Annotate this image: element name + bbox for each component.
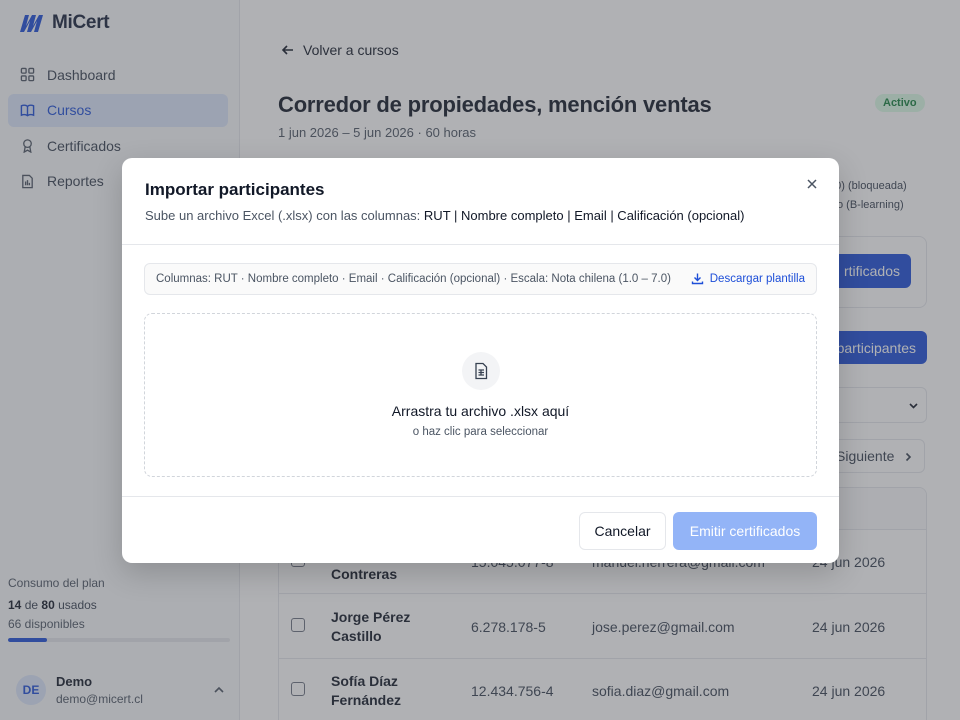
- emit-certificates-submit-button[interactable]: Emitir certificados: [673, 512, 817, 550]
- columns-hint: Columnas: RUT · Nombre completo · Email …: [156, 273, 671, 285]
- dialog-header: Importar participantes Sube un archivo E…: [122, 158, 839, 245]
- columns-hint-bar: Columnas: RUT · Nombre completo · Email …: [144, 263, 817, 295]
- import-participants-dialog: Importar participantes Sube un archivo E…: [122, 158, 839, 563]
- file-dropzone[interactable]: Arrastra tu archivo .xlsx aquí o haz cli…: [144, 313, 817, 477]
- download-icon: [691, 273, 703, 285]
- download-template-label: Descargar plantilla: [709, 272, 805, 285]
- dialog-description-columns: RUT | Nombre completo | Email | Califica…: [423, 208, 745, 223]
- spreadsheet-file-icon: [475, 362, 488, 380]
- dialog-footer: Cancelar Emitir certificados: [122, 496, 839, 563]
- cancel-button[interactable]: Cancelar: [579, 512, 666, 550]
- dropzone-subtitle: o haz clic para seleccionar: [412, 426, 549, 438]
- dialog-title: Importar participantes: [145, 180, 325, 199]
- close-icon[interactable]: [805, 177, 819, 191]
- dialog-description-prefix: Sube un archivo Excel (.xlsx) con las co…: [145, 208, 421, 223]
- dropzone-title: Arrastra tu archivo .xlsx aquí: [391, 403, 570, 419]
- file-upload-icon-wrapper: [462, 352, 500, 390]
- dialog-description: Sube un archivo Excel (.xlsx) con las co…: [145, 208, 744, 223]
- download-template-link[interactable]: Descargar plantilla: [691, 272, 805, 285]
